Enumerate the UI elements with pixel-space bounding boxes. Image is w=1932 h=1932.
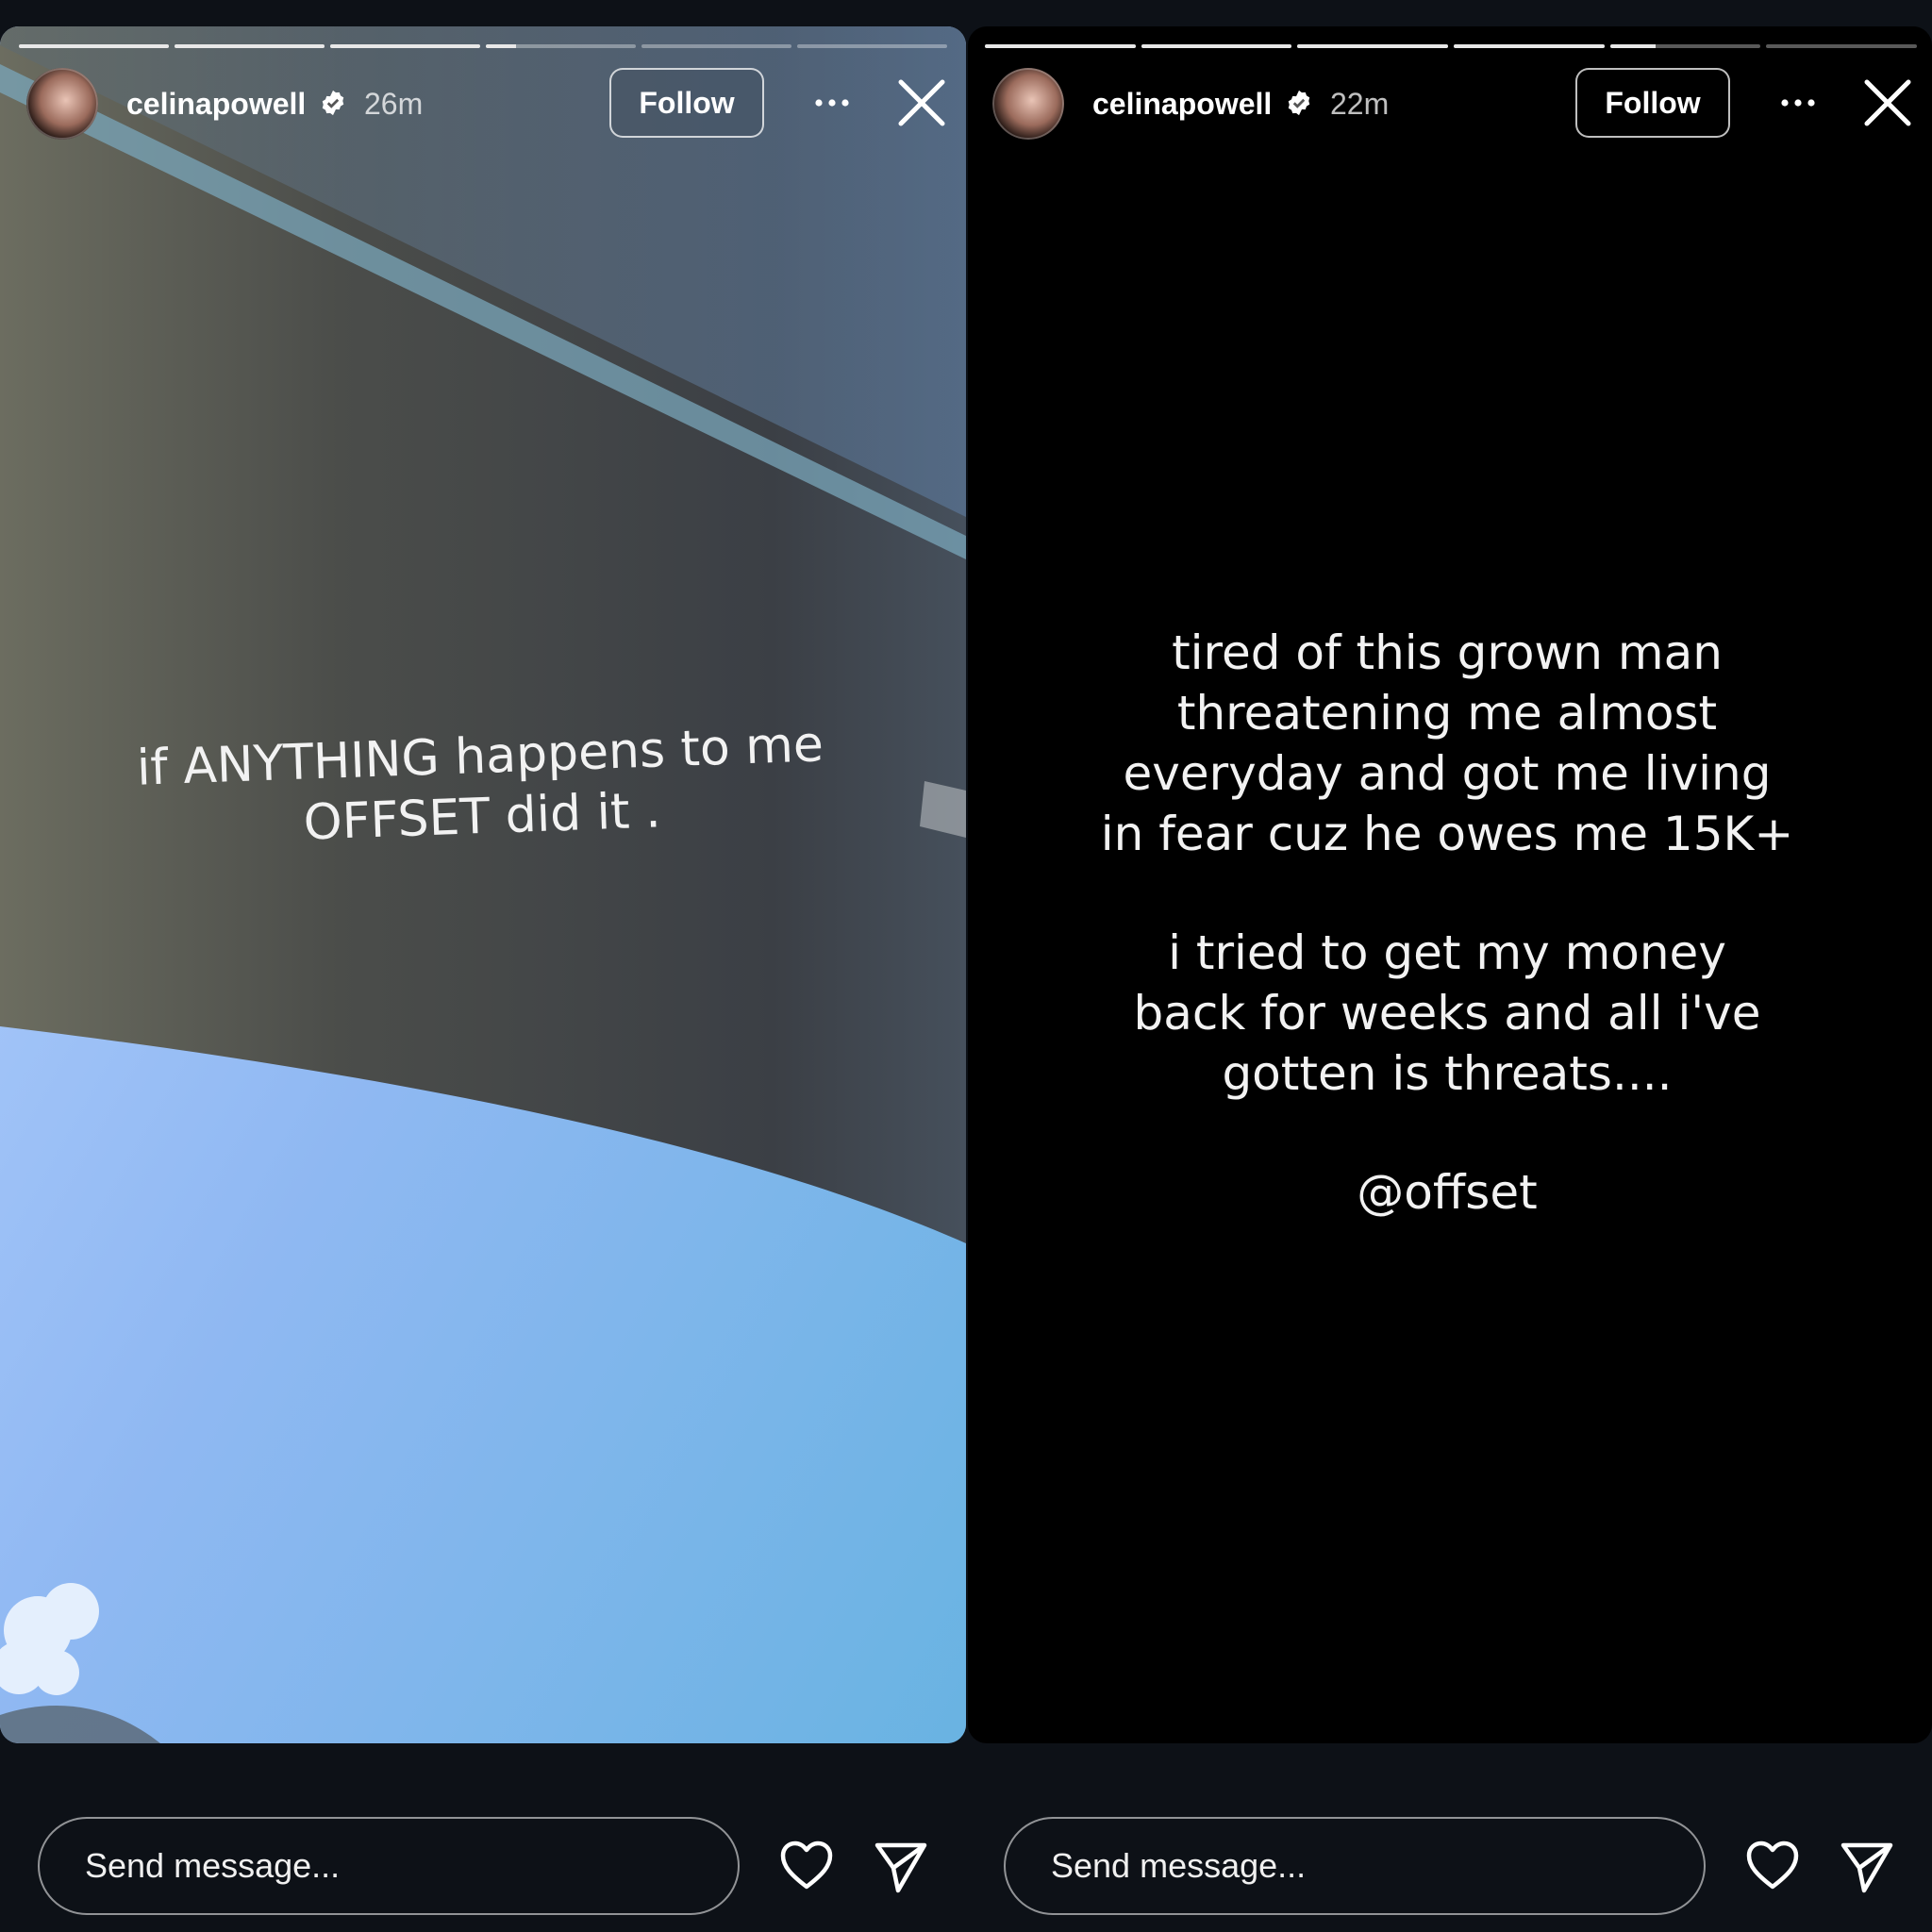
caption-paragraph: i tried to get my money back for weeks a…	[1133, 925, 1761, 1101]
follow-button[interactable]: Follow	[609, 68, 764, 138]
progress-segment	[175, 44, 325, 48]
progress-segment	[1297, 44, 1449, 48]
story-header: celinapowell 22m Follow	[992, 68, 1913, 140]
more-options-icon[interactable]	[811, 89, 853, 117]
verified-badge-icon	[322, 90, 344, 116]
heart-icon[interactable]	[1745, 1840, 1800, 1890]
username[interactable]: celinapowell	[1092, 85, 1272, 123]
progress-segment	[797, 44, 947, 48]
progress-segment	[19, 44, 169, 48]
mention-tag[interactable]: @offset	[1023, 1162, 1872, 1223]
progress-segment	[1454, 44, 1605, 48]
send-message-input[interactable]: Send message...	[1004, 1817, 1706, 1915]
heart-icon[interactable]	[779, 1840, 834, 1890]
close-icon[interactable]	[1862, 77, 1913, 128]
follow-button[interactable]: Follow	[1575, 68, 1730, 138]
progress-segment	[985, 44, 1136, 48]
story-progress-bar	[985, 44, 1918, 48]
clouds-decoration	[0, 1583, 160, 1743]
send-icon[interactable]	[874, 1840, 928, 1894]
story-panel-right: celinapowell 22m Follow tired of this gr…	[966, 0, 1932, 1932]
story-header: celinapowell 26m Follow	[26, 68, 947, 140]
send-icon[interactable]	[1840, 1840, 1894, 1894]
post-time: 22m	[1330, 87, 1390, 121]
more-options-icon[interactable]	[1777, 89, 1819, 117]
progress-segment	[1609, 44, 1761, 48]
progress-segment	[641, 44, 791, 48]
progress-segment	[330, 44, 480, 48]
avatar[interactable]	[26, 68, 98, 140]
progress-segment	[1766, 44, 1918, 48]
send-message-input[interactable]: Send message...	[38, 1817, 740, 1915]
story-caption: tired of this grown man threatening me a…	[1023, 623, 1872, 1223]
story-media[interactable]	[0, 26, 966, 1743]
avatar[interactable]	[992, 68, 1064, 140]
verified-badge-icon	[1288, 90, 1310, 116]
progress-segment	[1141, 44, 1292, 48]
username[interactable]: celinapowell	[126, 85, 306, 123]
story-panel-left: celinapowell 26m Follow if ANYTHING happ…	[0, 0, 966, 1932]
story-progress-bar	[19, 44, 947, 48]
caption-paragraph: tired of this grown man threatening me a…	[1100, 625, 1794, 861]
post-time: 26m	[364, 87, 424, 121]
progress-segment	[486, 44, 636, 48]
close-icon[interactable]	[896, 77, 947, 128]
